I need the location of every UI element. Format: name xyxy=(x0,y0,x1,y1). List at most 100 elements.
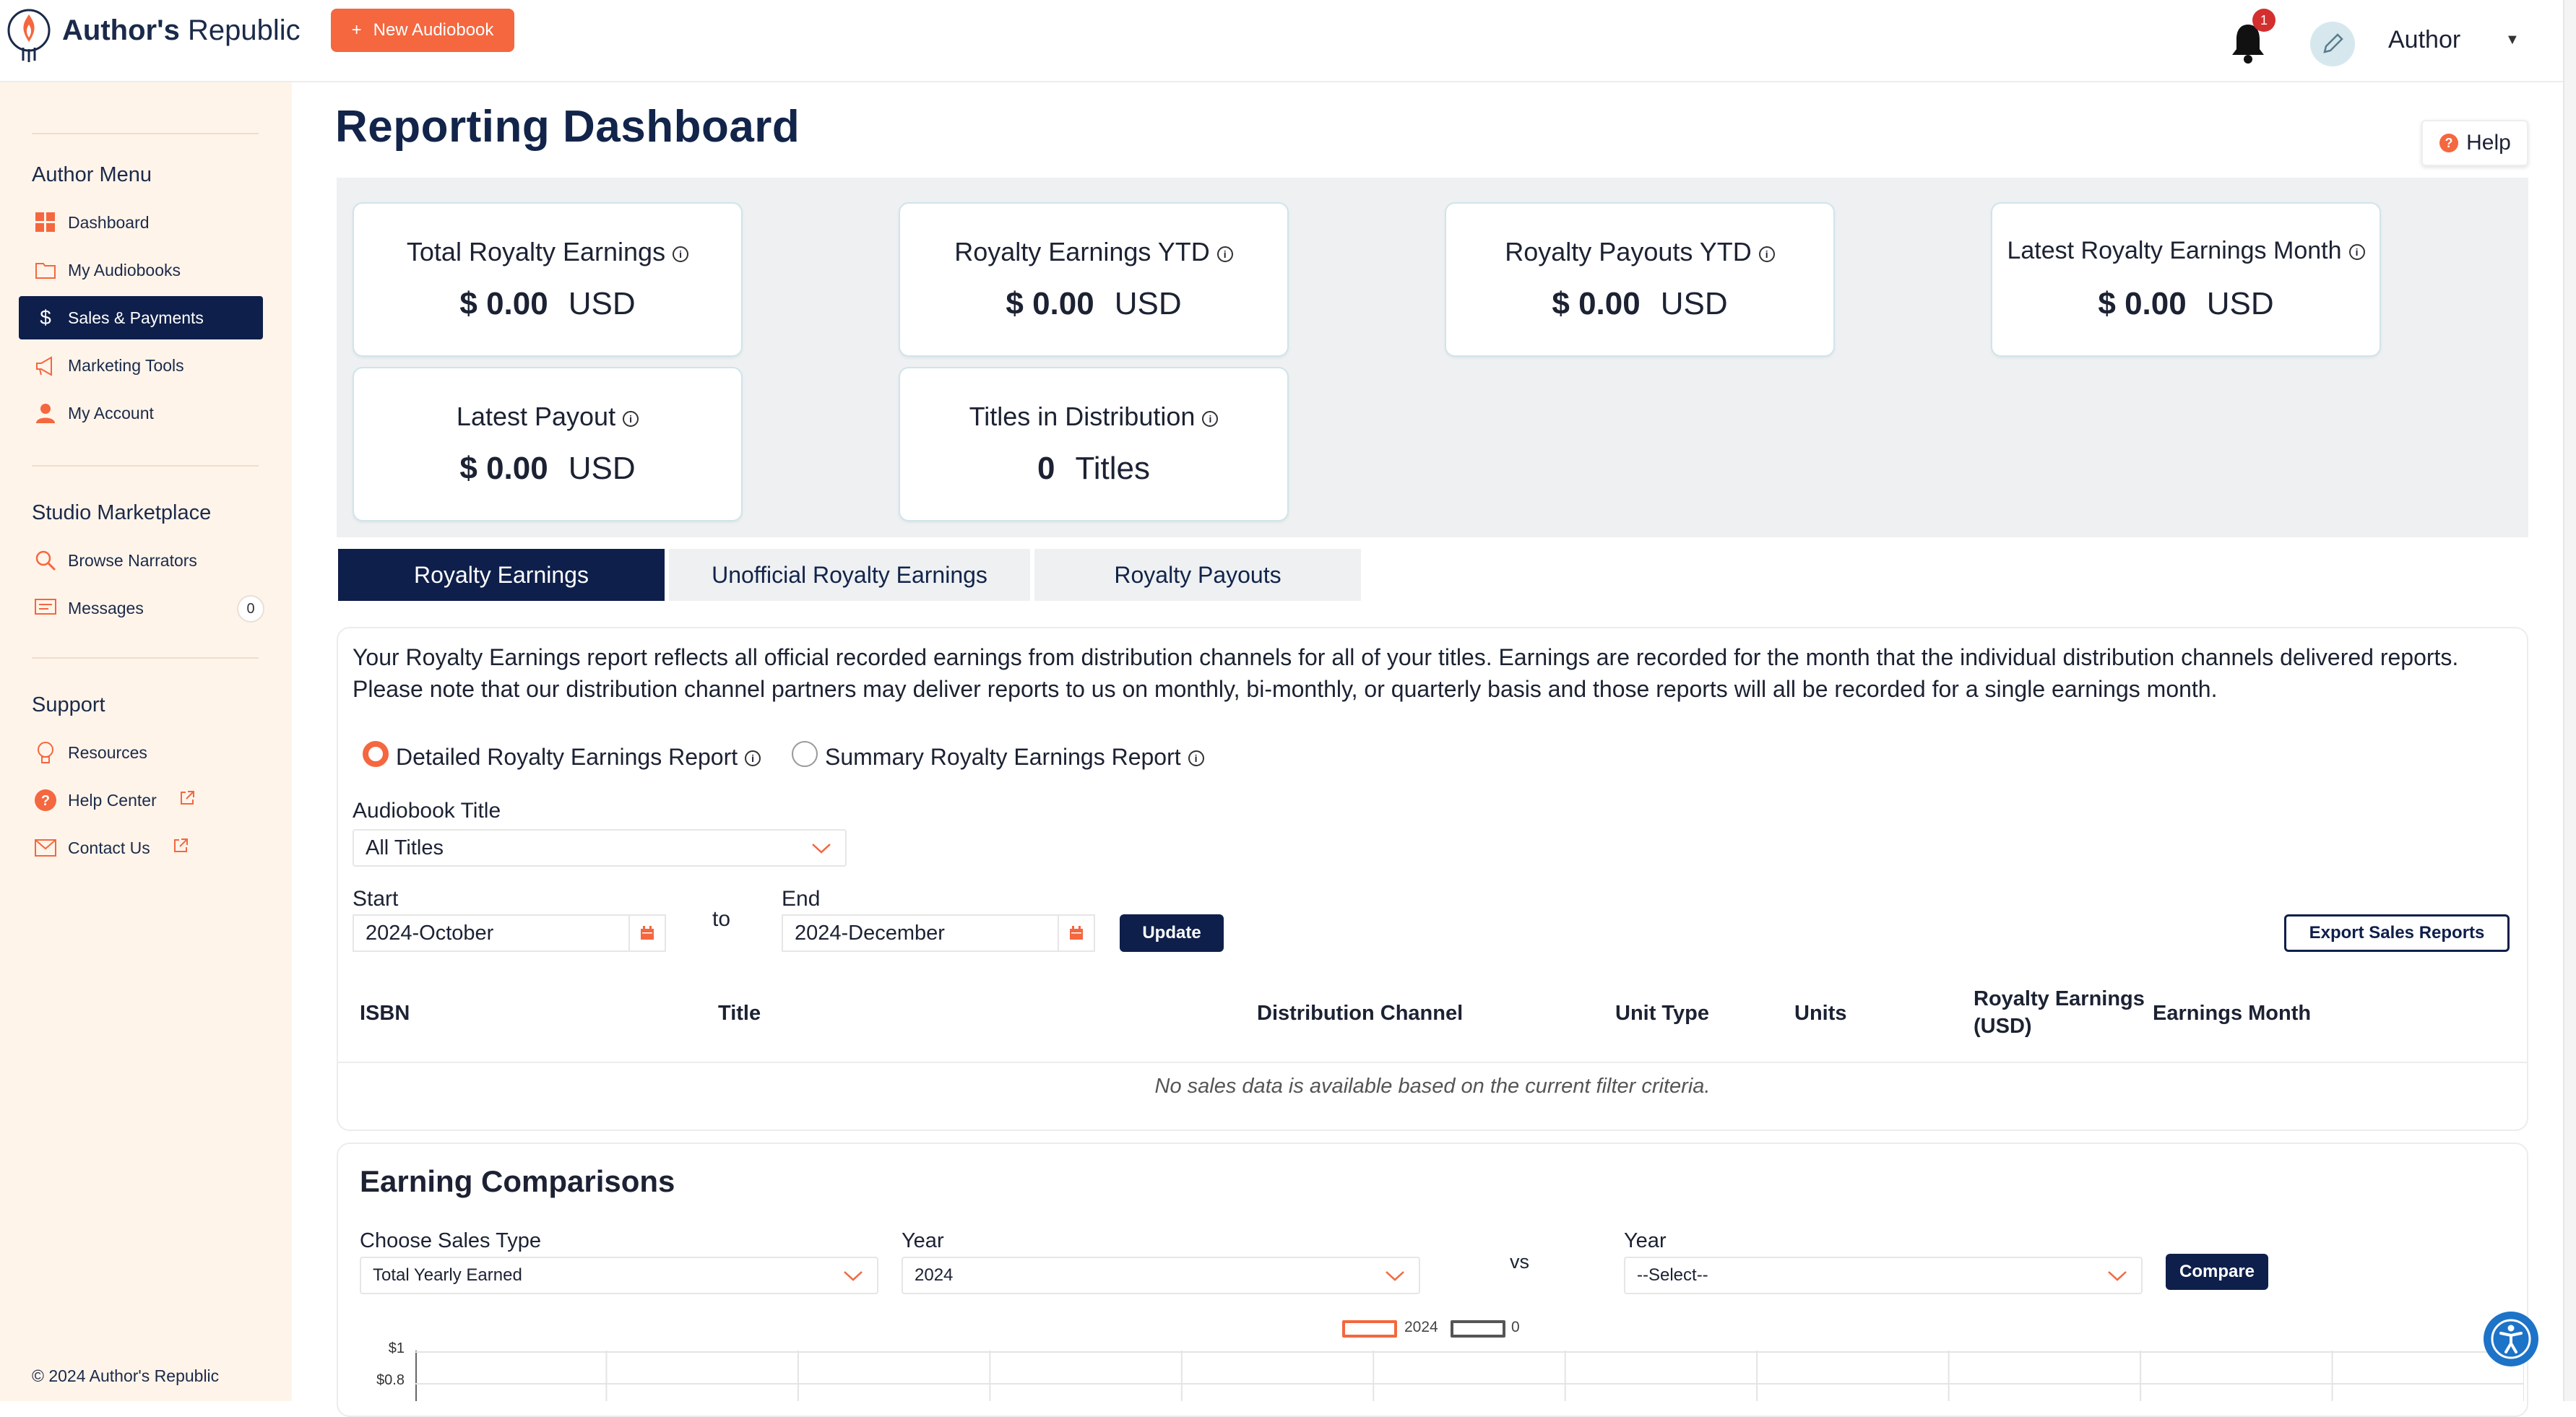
export-sales-reports-button[interactable]: Export Sales Reports xyxy=(2284,914,2510,952)
tab-royalty-payouts[interactable]: Royalty Payouts xyxy=(1034,549,1361,601)
end-date-input[interactable]: 2024-December xyxy=(782,914,1095,952)
info-icon[interactable]: i xyxy=(673,246,689,262)
empty-table-message: No sales data is available based on the … xyxy=(1154,1075,1711,1098)
sidebar-item-marketing-tools[interactable]: Marketing Tools xyxy=(19,344,263,387)
stat-card-royalty-payouts-ytd: Royalty Payouts YTD i $ 0.00 USD xyxy=(1445,202,1835,357)
caret-down-icon[interactable]: ▼ xyxy=(2505,32,2520,48)
user-icon xyxy=(33,401,58,425)
chevron-down-icon xyxy=(1386,1271,1404,1281)
info-icon[interactable]: i xyxy=(1758,246,1775,262)
tab-royalty-earnings[interactable]: Royalty Earnings xyxy=(338,549,665,601)
detailed-report-radio[interactable] xyxy=(363,741,389,767)
stat-card-latest-payout: Latest Payout i $ 0.00 USD xyxy=(353,367,743,521)
sidebar-divider xyxy=(32,657,259,659)
sidebar-item-sales-payments[interactable]: $ Sales & Payments xyxy=(19,296,263,339)
stat-card-total-royalty-earnings: Total Royalty Earnings i $ 0.00 USD xyxy=(353,202,743,357)
sidebar-item-resources[interactable]: Resources xyxy=(19,731,263,774)
year2-label: Year xyxy=(1624,1229,1667,1252)
sidebar-divider xyxy=(32,465,259,467)
info-icon[interactable]: i xyxy=(2348,244,2365,260)
new-audiobook-button[interactable]: + New Audiobook xyxy=(331,9,514,52)
question-icon: ? xyxy=(33,788,58,812)
sidebar-item-dashboard[interactable]: Dashboard xyxy=(19,201,263,244)
sales-type-select[interactable]: Total Yearly Earned xyxy=(360,1257,878,1294)
svg-text:?: ? xyxy=(41,793,50,809)
update-button[interactable]: Update xyxy=(1120,914,1224,952)
sidebar-item-help-center[interactable]: ? Help Center xyxy=(19,779,263,822)
notification-count-badge: 1 xyxy=(2252,9,2275,32)
dashboard-grid-icon xyxy=(33,210,58,235)
earning-comparisons-title: Earning Comparisons xyxy=(360,1164,675,1198)
chevron-down-icon xyxy=(844,1271,863,1281)
chevron-down-icon xyxy=(812,844,831,854)
report-description: Your Royalty Earnings report reflects al… xyxy=(353,644,2459,702)
svg-text:?: ? xyxy=(2445,136,2453,150)
sidebar-item-my-account[interactable]: My Account xyxy=(19,391,263,435)
external-link-icon xyxy=(178,789,196,811)
info-icon[interactable]: i xyxy=(623,411,639,427)
chevron-down-icon xyxy=(2108,1271,2127,1281)
legend-swatch-0[interactable] xyxy=(1451,1320,1505,1338)
external-link-icon xyxy=(172,837,189,859)
detailed-report-label[interactable]: Detailed Royalty Earnings Report i xyxy=(396,744,761,771)
lightbulb-icon xyxy=(33,740,58,765)
audiobook-title-label: Audiobook Title xyxy=(353,799,501,823)
user-menu-name[interactable]: Author xyxy=(2388,26,2460,54)
sidebar-item-contact-us[interactable]: Contact Us xyxy=(19,826,263,870)
column-header-isbn: ISBN xyxy=(360,1002,410,1025)
summary-report-label[interactable]: Summary Royalty Earnings Report i xyxy=(825,744,1204,771)
studio-marketplace-heading: Studio Marketplace xyxy=(32,501,212,524)
column-header-distribution-channel: Distribution Channel xyxy=(1257,1002,1464,1025)
to-label: to xyxy=(712,907,731,931)
tab-unofficial-royalty-earnings[interactable]: Unofficial Royalty Earnings xyxy=(669,549,1030,601)
sales-type-label: Choose Sales Type xyxy=(360,1229,541,1252)
author-menu-heading: Author Menu xyxy=(32,163,152,186)
authors-republic-logo-icon[interactable] xyxy=(6,6,52,64)
sidebar-item-browse-narrators[interactable]: Browse Narrators xyxy=(19,539,263,582)
legend-swatch-2024[interactable] xyxy=(1342,1320,1397,1338)
audiobook-title-select[interactable]: All Titles xyxy=(353,829,847,867)
pencil-icon xyxy=(2323,33,2343,53)
info-icon[interactable]: i xyxy=(1216,246,1233,262)
page-scrollbar[interactable] xyxy=(2563,0,2576,1401)
info-icon[interactable]: i xyxy=(1188,750,1204,766)
column-header-title: Title xyxy=(718,1002,761,1025)
earnings-comparison-chart xyxy=(415,1351,2524,1401)
stat-card-latest-royalty-earnings-month: Latest Royalty Earnings Month i $ 0.00 USD xyxy=(1991,202,2381,357)
sidebar-item-my-audiobooks[interactable]: My Audiobooks xyxy=(19,248,263,292)
sidebar-item-messages[interactable]: Messages 0 xyxy=(19,586,264,630)
sidebar-divider xyxy=(32,133,259,134)
info-icon[interactable]: i xyxy=(1202,411,1219,427)
support-heading: Support xyxy=(32,693,105,716)
help-button[interactable]: ? Help xyxy=(2421,120,2528,166)
stat-card-titles-in-distribution: Titles in Distribution i 0 Titles xyxy=(899,367,1289,521)
search-icon xyxy=(33,548,58,573)
question-icon: ? xyxy=(2439,134,2459,152)
info-icon[interactable]: i xyxy=(745,750,761,766)
summary-report-radio[interactable] xyxy=(792,741,818,767)
year2-select[interactable]: --Select-- xyxy=(1624,1257,2143,1294)
column-header-earnings-month: Earnings Month xyxy=(2153,1002,2312,1025)
start-date-input[interactable]: 2024-October xyxy=(353,914,666,952)
copyright-text: © 2024 Author's Republic xyxy=(32,1366,220,1385)
vs-label: vs xyxy=(1510,1251,1529,1273)
message-icon xyxy=(33,596,58,620)
dollar-icon: $ xyxy=(40,306,51,329)
calendar-icon[interactable] xyxy=(1058,916,1094,950)
legend-label-0: 0 xyxy=(1511,1319,1520,1335)
legend-label-2024: 2024 xyxy=(1404,1319,1438,1335)
folder-icon xyxy=(33,258,58,282)
megaphone-icon xyxy=(33,353,58,378)
page-title: Reporting Dashboard xyxy=(335,102,800,152)
accessibility-icon[interactable] xyxy=(2484,1312,2538,1366)
y-tick-label: $1 xyxy=(388,1340,405,1356)
table-divider xyxy=(338,1062,2527,1063)
start-label: Start xyxy=(353,887,399,911)
column-header-units: Units xyxy=(1794,1002,1847,1025)
envelope-icon xyxy=(33,836,58,860)
brand-name[interactable]: Author's Republic xyxy=(62,14,301,47)
year-select[interactable]: 2024 xyxy=(902,1257,1420,1294)
calendar-icon[interactable] xyxy=(628,916,665,950)
compare-button[interactable]: Compare xyxy=(2166,1254,2268,1290)
user-avatar[interactable] xyxy=(2310,22,2355,66)
